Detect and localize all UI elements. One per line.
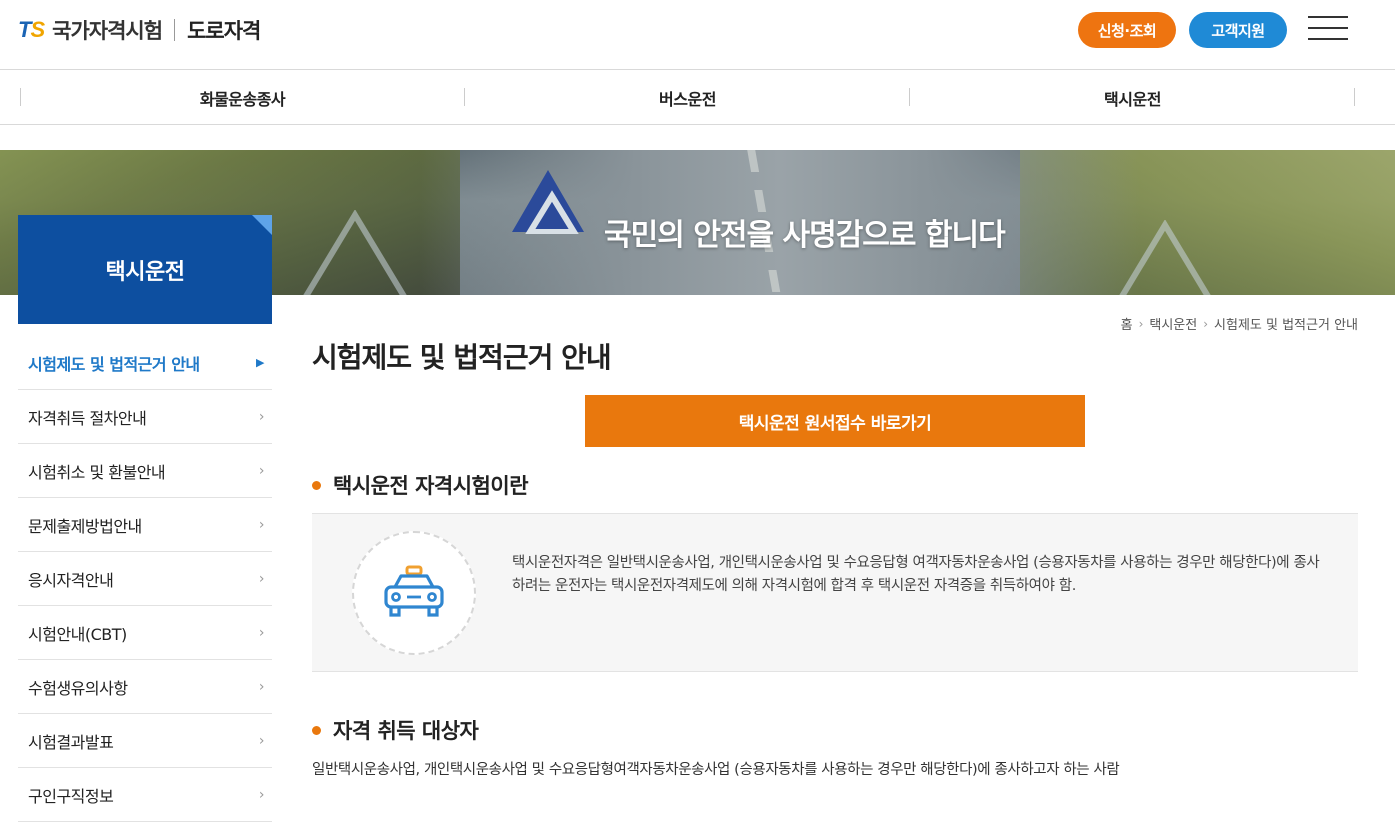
section-heading: 자격 취득 대상자 xyxy=(312,715,479,745)
sidebar-item-question-method[interactable]: 문제출제방법안내 › xyxy=(18,498,272,552)
sidebar-item-label: 시험제도 및 법적근거 안내 xyxy=(28,354,200,374)
icon-circle xyxy=(352,531,476,655)
apply-query-button[interactable]: 신청·조회 xyxy=(1078,12,1176,48)
logo-divider xyxy=(174,19,176,41)
chevron-right-icon: › xyxy=(258,624,265,641)
sidebar-item-eligibility[interactable]: 응시자격안내 › xyxy=(18,552,272,606)
section-description: 택시운전자격은 일반택시운송사업, 개인택시운송사업 및 수요응답형 여객자동차… xyxy=(512,555,1320,594)
chevron-right-icon: › xyxy=(258,786,265,803)
category-nav: 화물운송종사 버스운전 택시운전 xyxy=(0,70,1395,125)
sidebar-item-qualification-process[interactable]: 자격취득 절차안내 › xyxy=(18,390,272,444)
triangle-decoration-icon xyxy=(303,210,407,295)
logo-triangle-icon xyxy=(512,170,584,234)
triangle-right-icon: ▶ xyxy=(256,356,264,369)
apply-exam-button[interactable]: 택시운전 원서접수 바로가기 xyxy=(585,395,1085,447)
site-header: TS 국가자격시험 도로자격 신청·조회 고객지원 xyxy=(0,0,1395,70)
sidebar-item-exam-system[interactable]: 시험제도 및 법적근거 안내 ▶ xyxy=(18,336,272,390)
sidebar-item-label: 자격취득 절차안내 xyxy=(28,408,147,428)
breadcrumb-home[interactable]: 홈 xyxy=(1121,314,1133,333)
sidebar-item-label: 수험생유의사항 xyxy=(28,678,128,698)
logo-site-name: 도로자격 xyxy=(187,19,261,43)
chevron-right-icon: › xyxy=(258,462,265,479)
sidebar-title: 택시운전 xyxy=(18,215,272,324)
category-taxi[interactable]: 택시운전 xyxy=(910,70,1355,125)
chevron-right-icon: › xyxy=(258,678,265,695)
page-title: 시험제도 및 법적근거 안내 xyxy=(312,341,612,374)
sidebar-item-label: 시험결과발표 xyxy=(28,732,114,752)
category-bus[interactable]: 버스운전 xyxy=(465,70,910,125)
sidebar-item-label: 구인구직정보 xyxy=(28,786,114,806)
section-heading: 택시운전 자격시험이란 xyxy=(312,470,529,500)
chevron-right-icon: › xyxy=(258,408,265,425)
breadcrumb-current: 시험제도 및 법적근거 안내 xyxy=(1214,318,1358,333)
sidebar-item-label: 시험취소 및 환불안내 xyxy=(28,462,166,482)
chevron-right-icon: › xyxy=(1138,316,1144,331)
sidebar-item-label: 시험안내(CBT) xyxy=(28,624,127,644)
category-cargo[interactable]: 화물운송종사 xyxy=(20,70,465,125)
sidebar-item-label: 응시자격안내 xyxy=(28,570,114,590)
chevron-right-icon: › xyxy=(258,732,265,749)
sidebar-item-label: 문제출제방법안내 xyxy=(28,516,142,536)
banner-slogan: 국민의 안전을 사명감으로 합니다 xyxy=(604,218,1006,253)
breadcrumb: 홈 › 택시운전 › 시험제도 및 법적근거 안내 xyxy=(1121,314,1358,334)
sidebar-title-label: 택시운전 xyxy=(105,259,185,285)
sidebar-item-results[interactable]: 시험결과발표 › xyxy=(18,714,272,768)
chevron-right-icon: › xyxy=(1203,316,1209,331)
breadcrumb-level1[interactable]: 택시운전 xyxy=(1149,314,1197,333)
logo-title: 국가자격시험 xyxy=(52,19,163,43)
ts-logo-mark: TS xyxy=(18,17,45,42)
bullet-dot-icon xyxy=(312,725,321,735)
sidebar-item-cancel-refund[interactable]: 시험취소 및 환불안내 › xyxy=(18,444,272,498)
customer-support-button[interactable]: 고객지원 xyxy=(1189,12,1287,48)
sidebar-menu: 시험제도 및 법적근거 안내 ▶ 자격취득 절차안내 › 시험취소 및 환불안내… xyxy=(18,336,272,822)
taxi-icon xyxy=(384,565,444,617)
sidebar-item-examinee-notes[interactable]: 수험생유의사항 › xyxy=(18,660,272,714)
section-body-text: 일반택시운송사업, 개인택시운송사업 및 수요응답형여객자동차운송사업 (승용자… xyxy=(312,762,1120,778)
section-title: 택시운전 자격시험이란 xyxy=(333,474,529,498)
sidebar-item-jobs[interactable]: 구인구직정보 › xyxy=(18,768,272,822)
chevron-right-icon: › xyxy=(258,570,265,587)
site-logo[interactable]: TS 국가자격시험 도로자격 xyxy=(18,14,261,46)
triangle-decoration-icon xyxy=(1119,220,1211,295)
bullet-dot-icon xyxy=(312,480,321,490)
hamburger-icon[interactable] xyxy=(1308,16,1348,42)
chevron-right-icon: › xyxy=(258,516,265,533)
sidebar-item-cbt[interactable]: 시험안내(CBT) › xyxy=(18,606,272,660)
section-title: 자격 취득 대상자 xyxy=(333,719,479,743)
info-box: 택시운전자격은 일반택시운송사업, 개인택시운송사업 및 수요응답형 여객자동차… xyxy=(312,513,1358,672)
